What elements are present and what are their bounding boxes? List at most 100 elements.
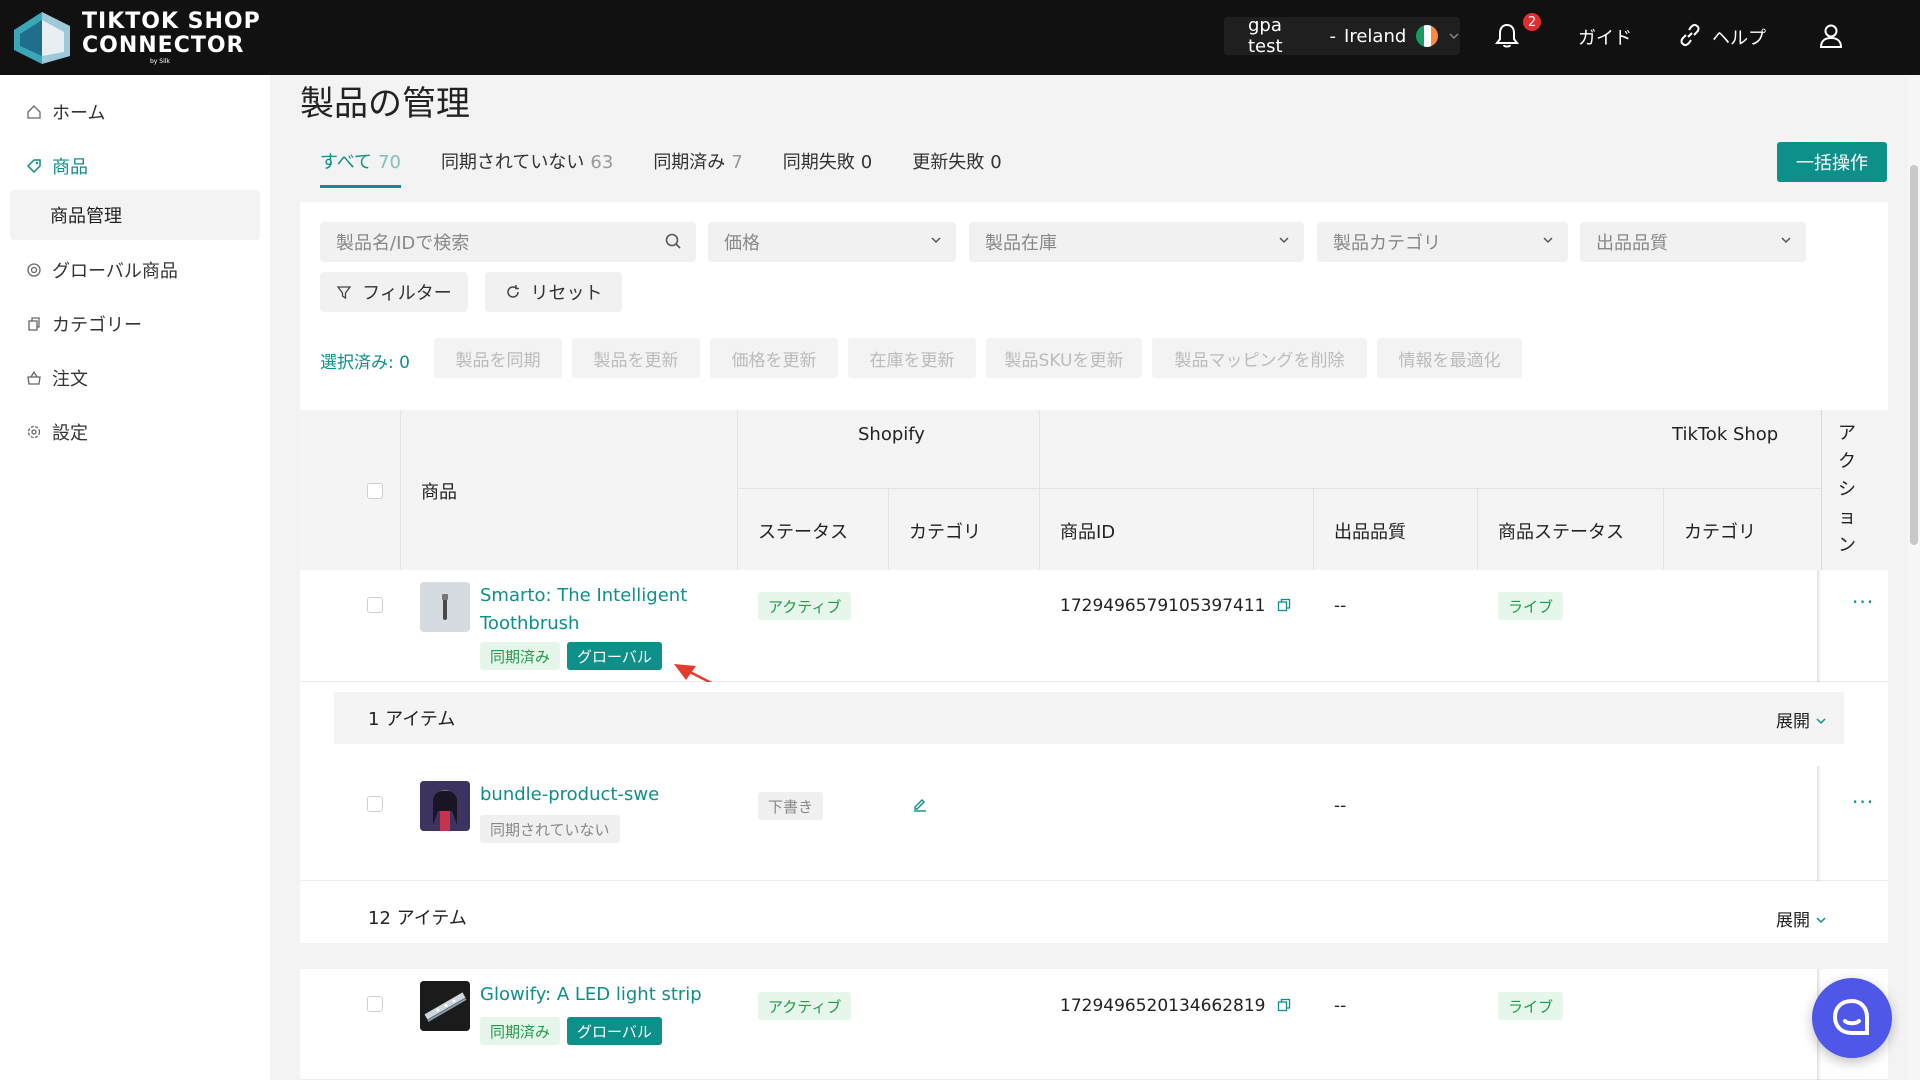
gear-icon	[26, 424, 42, 440]
stock-select[interactable]: 製品在庫	[969, 222, 1304, 262]
shopify-status-badge: 下書き	[758, 792, 824, 820]
tab-all[interactable]: すべて 70	[320, 148, 401, 188]
sidebar: ホーム 商品 商品管理 グローバル商品 カテゴリー 注文 設定	[0, 75, 270, 1080]
column-header-product-id: 商品ID	[1060, 522, 1116, 543]
sidebar-item-orders[interactable]: 注文	[0, 353, 270, 403]
update-price-button[interactable]: 価格を更新	[710, 338, 838, 378]
help-link[interactable]: ヘルプ	[1712, 24, 1766, 50]
product-name-line: Smarto: The Intelligent	[480, 585, 688, 606]
tab-count: 0	[990, 152, 1002, 173]
synced-tag: 同期済み	[480, 1017, 561, 1045]
cart-icon	[26, 370, 42, 386]
more-actions-button[interactable]: ···	[1852, 590, 1874, 614]
app-logo[interactable]: TIKTOK SHOP CONNECTOR by Silk	[8, 8, 261, 68]
optimize-info-button[interactable]: 情報を最適化	[1377, 338, 1522, 378]
update-products-button[interactable]: 製品を更新	[572, 338, 700, 378]
link-icon	[1680, 23, 1700, 47]
header-divider	[888, 488, 889, 570]
tab-label: 同期失敗	[782, 152, 855, 173]
product-name-link[interactable]: Glowify: A LED light strip	[480, 981, 702, 1009]
expand-toggle[interactable]: 展開	[1776, 906, 1827, 931]
sidebar-item-home[interactable]: ホーム	[0, 87, 270, 137]
sidebar-item-label: 設定	[52, 423, 88, 444]
delete-mapping-button[interactable]: 製品マッピングを削除	[1152, 338, 1367, 378]
group-item-count: 1 アイテム	[368, 709, 456, 730]
product-name-line: Toothbrush	[480, 613, 580, 634]
tab-synced[interactable]: 同期済み 7	[653, 148, 742, 188]
sidebar-item-products[interactable]: 商品	[0, 141, 270, 191]
action-column-divider	[1821, 410, 1822, 570]
product-name-link[interactable]: Smarto: The Intelligent Toothbrush	[480, 582, 687, 638]
table-header	[300, 410, 1888, 570]
reset-button-label: リセット	[530, 283, 603, 304]
chevron-down-icon	[1543, 237, 1553, 244]
group-header-shopify: Shopify	[858, 424, 925, 445]
bell-icon[interactable]	[1493, 22, 1521, 50]
store-selector[interactable]: gpa test - Ireland	[1224, 15, 1460, 57]
row-checkbox[interactable]	[367, 796, 383, 812]
tab-count: 0	[860, 152, 873, 173]
header-divider	[1477, 488, 1478, 570]
header-divider	[1039, 410, 1040, 570]
category-select[interactable]: 製品カテゴリ	[1317, 222, 1568, 262]
quality-cell: --	[1334, 996, 1347, 1016]
reset-button[interactable]: リセット	[485, 272, 622, 312]
chat-button[interactable]	[1812, 978, 1892, 1058]
sidebar-item-categories[interactable]: カテゴリー	[0, 299, 270, 349]
copy-icon[interactable]	[1277, 998, 1291, 1012]
copy-icon	[26, 316, 42, 332]
sidebar-item-label: 商品	[52, 157, 88, 178]
tab-sync-failed[interactable]: 同期失敗 0	[783, 148, 872, 188]
product-id-value: 1729496520134662819	[1060, 996, 1266, 1016]
status-tabs: すべて 70 同期されていない 63 同期済み 7 同期失敗 0 更新失敗 0	[320, 148, 1042, 188]
shopify-status-badge: アクティブ	[758, 592, 852, 620]
search-input[interactable]: 製品名/IDで検索	[320, 222, 696, 262]
row-checkbox[interactable]	[367, 597, 383, 613]
filter-button[interactable]: フィルター	[320, 272, 468, 312]
chevron-down-icon	[1279, 237, 1289, 244]
sync-products-button[interactable]: 製品を同期	[434, 338, 562, 378]
global-tag: グローバル	[567, 1017, 662, 1045]
column-header-action: アクション	[1838, 423, 1856, 556]
select-all-checkbox[interactable]	[367, 483, 383, 499]
quality-select-label: 出品品質	[1596, 233, 1668, 254]
group-item-count: 12 アイテム	[368, 908, 467, 929]
expand-label: 展開	[1776, 911, 1810, 931]
chevron-down-icon	[931, 237, 941, 244]
category-select-label: 製品カテゴリ	[1333, 233, 1441, 254]
product-id-cell: 1729496520134662819	[1060, 996, 1291, 1016]
tab-not-synced[interactable]: 同期されていない 63	[441, 148, 613, 188]
column-header-status: ステータス	[758, 522, 848, 543]
tab-update-failed[interactable]: 更新失敗 0	[912, 148, 1001, 188]
sidebar-item-label: カテゴリー	[52, 315, 142, 336]
user-icon[interactable]	[1817, 22, 1845, 50]
update-stock-button[interactable]: 在庫を更新	[848, 338, 976, 378]
row-checkbox[interactable]	[367, 996, 383, 1012]
sidebar-item-label: ホーム	[52, 103, 106, 124]
sidebar-subitem-product-management[interactable]: 商品管理	[10, 190, 260, 240]
more-actions-button[interactable]: ···	[1852, 790, 1874, 814]
scrollbar-thumb[interactable]	[1910, 165, 1918, 545]
chat-icon	[1832, 998, 1869, 1035]
synced-tag: 同期済み	[480, 642, 561, 670]
product-name-link[interactable]: bundle-product-swe	[480, 781, 659, 809]
update-sku-button[interactable]: 製品SKUを更新	[986, 338, 1142, 378]
tab-label: 同期済み	[653, 152, 726, 173]
toothbrush-image-icon	[442, 594, 448, 620]
copy-icon[interactable]	[1277, 598, 1291, 612]
bulk-actions-button[interactable]: 一括操作	[1777, 142, 1887, 182]
sidebar-item-settings[interactable]: 設定	[0, 407, 270, 457]
logo-line-2: CONNECTOR	[82, 33, 245, 58]
page-scrollbar[interactable]	[1908, 75, 1920, 1080]
quality-cell: --	[1334, 796, 1347, 816]
group-spacer	[300, 943, 1888, 969]
filter-button-label: フィルター	[362, 283, 452, 304]
quality-select[interactable]: 出品品質	[1580, 222, 1806, 262]
edit-icon[interactable]	[912, 796, 928, 812]
guide-link[interactable]: ガイド	[1578, 24, 1632, 50]
group-header-tiktok: TikTok Shop	[1672, 424, 1779, 445]
refresh-icon	[506, 285, 519, 298]
expand-toggle[interactable]: 展開	[1776, 707, 1827, 732]
price-select[interactable]: 価格	[708, 222, 956, 262]
sidebar-item-global-products[interactable]: グローバル商品	[0, 245, 270, 295]
